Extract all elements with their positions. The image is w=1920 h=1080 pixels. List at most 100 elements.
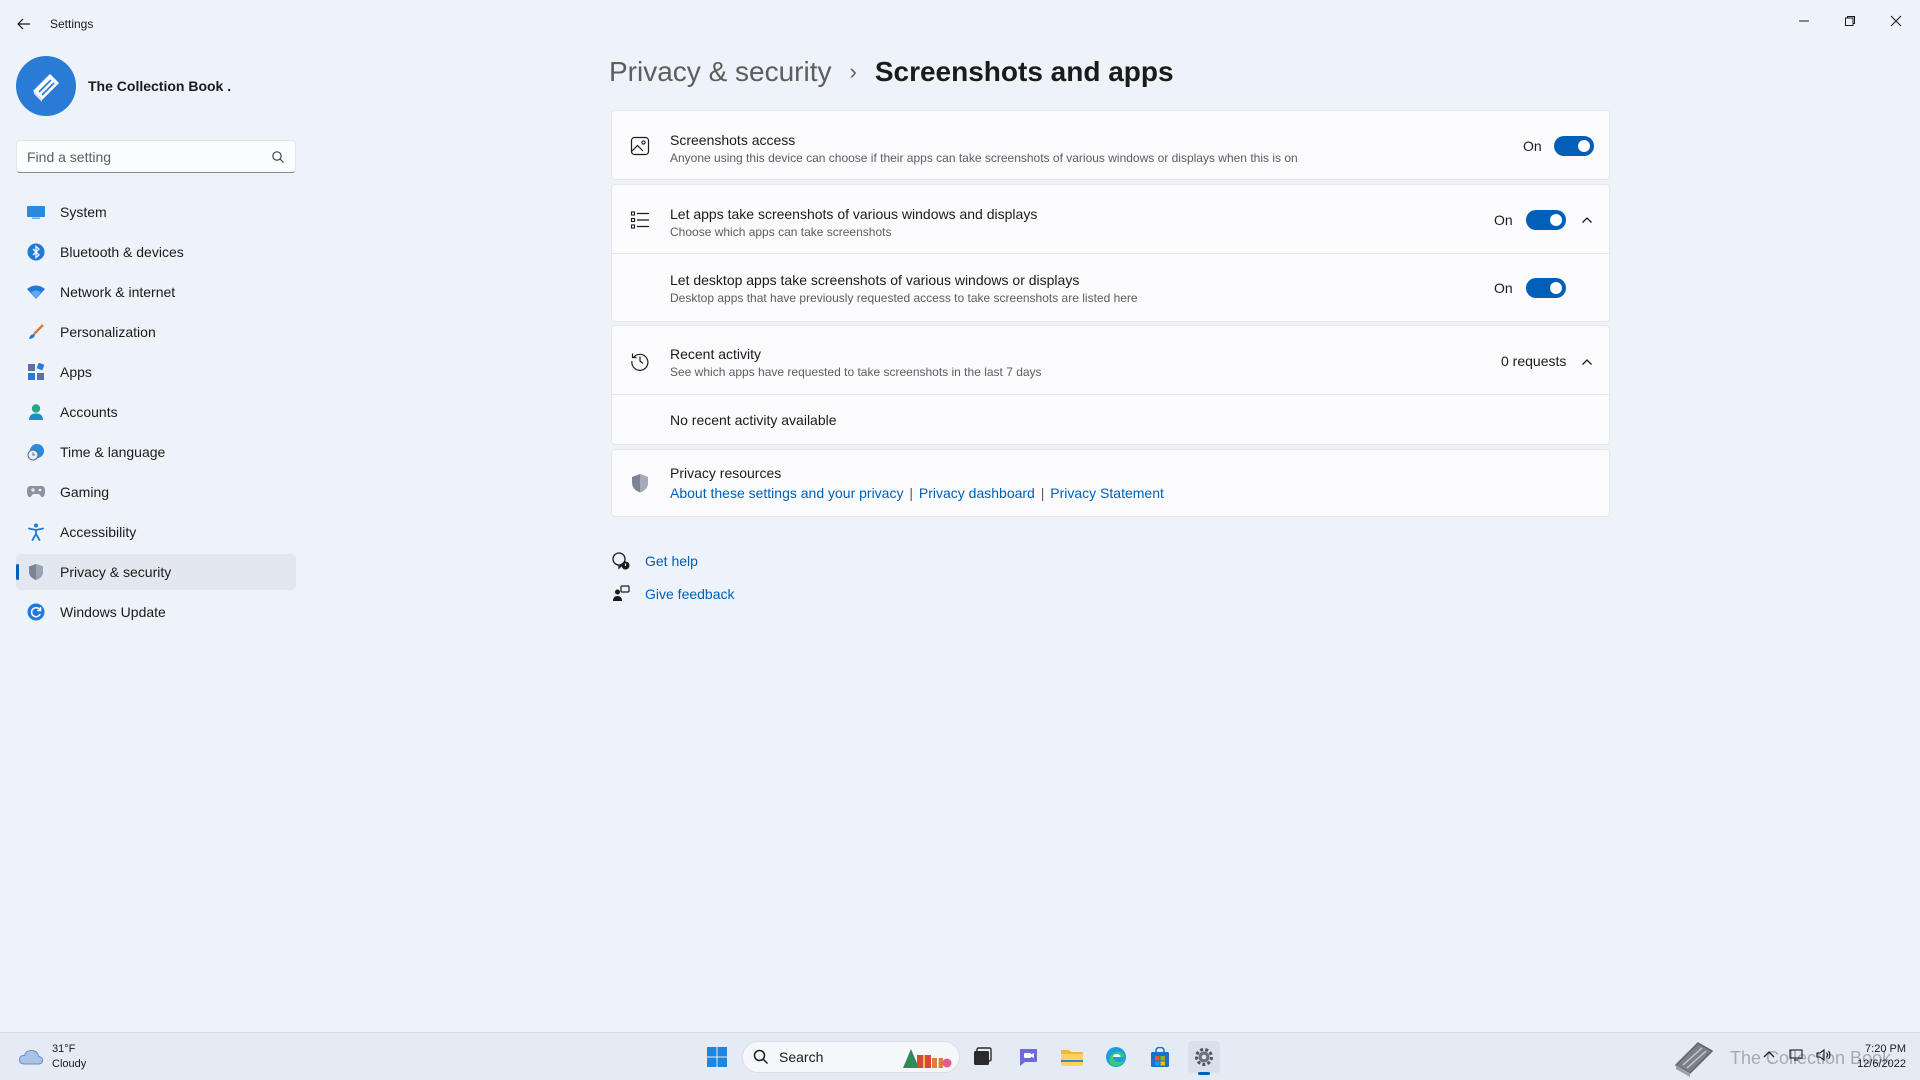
edge-icon	[1106, 1047, 1126, 1067]
let-apps-screenshots-description: Choose which apps can take screenshots	[670, 225, 892, 239]
microsoft-store-button[interactable]	[1144, 1041, 1176, 1073]
profile-name: The Collection Book .	[88, 78, 232, 94]
profile[interactable]: The Collection Book .	[16, 56, 231, 116]
teams-chat-button[interactable]	[1012, 1041, 1044, 1073]
desktop-apps-screenshots-state: On	[1494, 280, 1513, 296]
restore-button[interactable]	[1828, 6, 1872, 36]
close-button[interactable]	[1874, 6, 1918, 36]
holiday-gifts-icon	[903, 1049, 952, 1068]
recent-activity-list: No recent activity available	[611, 395, 1610, 445]
sidebar-item-time-language[interactable]: Time & language	[16, 434, 296, 470]
weather-temperature: 31°F	[52, 1043, 76, 1055]
back-arrow-icon[interactable]	[14, 14, 34, 34]
let-apps-screenshots-card: Let apps take screenshots of various win…	[611, 184, 1610, 254]
sidebar-item-label: Accounts	[60, 404, 118, 420]
book-logo-icon	[33, 74, 59, 102]
task-view-icon	[974, 1047, 992, 1065]
screenshots-access-state: On	[1523, 138, 1542, 154]
settings-app-button[interactable]	[1188, 1041, 1220, 1075]
minimize-button[interactable]	[1782, 6, 1826, 36]
link-separator: |	[1040, 485, 1045, 501]
restore-icon	[1845, 16, 1855, 26]
title-bar: Settings	[0, 0, 1920, 48]
help-chat-icon	[612, 552, 630, 570]
folder-icon	[1061, 1050, 1083, 1066]
privacy-statement-link[interactable]: Privacy Statement	[1050, 485, 1164, 501]
get-help-link[interactable]: Get help	[645, 553, 698, 569]
refresh-icon	[26, 602, 46, 622]
gamepad-icon	[26, 482, 46, 502]
start-button[interactable]	[701, 1041, 733, 1073]
feedback-icon	[613, 585, 630, 601]
system-clock[interactable]: 7:20 PM 12/6/2022	[1857, 1042, 1906, 1072]
volume-icon[interactable]	[1816, 1048, 1832, 1062]
chevron-up-icon[interactable]	[1579, 212, 1595, 228]
chevron-up-icon[interactable]	[1579, 354, 1595, 370]
system-tray[interactable]	[1762, 1048, 1832, 1062]
apps-icon	[26, 362, 46, 382]
breadcrumb-separator: ›	[849, 59, 857, 84]
sidebar-item-personalization[interactable]: Personalization	[16, 314, 296, 350]
sidebar-item-gaming[interactable]: Gaming	[16, 474, 296, 510]
sidebar-item-system[interactable]: System	[16, 194, 296, 230]
sidebar-item-bluetooth[interactable]: Bluetooth & devices	[16, 234, 296, 270]
store-bag-icon	[1151, 1046, 1169, 1067]
chevron-up-icon[interactable]	[1762, 1048, 1776, 1062]
list-icon	[630, 211, 649, 229]
search-icon[interactable]	[271, 150, 285, 164]
active-app-indicator	[1198, 1072, 1210, 1075]
clock-time: 7:20 PM	[1865, 1043, 1906, 1055]
let-apps-screenshots-toggle[interactable]	[1526, 210, 1566, 230]
brush-icon	[26, 322, 46, 342]
sidebar-item-apps[interactable]: Apps	[16, 354, 296, 390]
get-help-row[interactable]: Get help	[611, 551, 698, 571]
screenshots-access-toggle[interactable]	[1554, 136, 1594, 156]
shield-icon	[26, 562, 46, 582]
search-icon	[753, 1049, 769, 1065]
about-settings-privacy-link[interactable]: About these settings and your privacy	[670, 485, 903, 501]
screenshots-access-description: Anyone using this device can choose if t…	[670, 151, 1298, 165]
breadcrumb-parent-link[interactable]: Privacy & security	[609, 56, 832, 88]
shield-icon	[632, 474, 648, 493]
screenshot-image-icon	[630, 136, 650, 156]
taskbar-search[interactable]: Search	[742, 1041, 960, 1073]
cloud-icon	[18, 1049, 44, 1065]
sidebar-item-label: Personalization	[60, 324, 156, 340]
sidebar-item-windows-update[interactable]: Windows Update	[16, 594, 296, 630]
desktop-apps-screenshots-card: Let desktop apps take screenshots of var…	[611, 254, 1610, 322]
close-icon	[1890, 15, 1902, 27]
sidebar-item-label: Network & internet	[60, 284, 176, 300]
sidebar-item-privacy-security[interactable]: Privacy & security	[16, 554, 296, 590]
recent-activity-title: Recent activity	[670, 346, 762, 362]
app-title: Settings	[50, 17, 94, 31]
book-watermark-icon	[1674, 1042, 1714, 1077]
sidebar-item-network[interactable]: Network & internet	[16, 274, 296, 310]
settings-search[interactable]	[16, 140, 296, 173]
weather-widget[interactable]: 31°F Cloudy	[18, 1042, 86, 1072]
windows-logo-icon	[707, 1047, 727, 1067]
file-explorer-button[interactable]	[1056, 1041, 1088, 1073]
desktop-apps-screenshots-toggle[interactable]	[1526, 278, 1566, 298]
edge-browser-button[interactable]	[1100, 1041, 1132, 1073]
chat-icon	[1020, 1049, 1037, 1066]
privacy-resources-title: Privacy resources	[670, 465, 782, 481]
recent-activity-count: 0 requests	[1501, 353, 1567, 369]
search-input[interactable]	[27, 148, 271, 165]
give-feedback-row[interactable]: Give feedback	[611, 584, 735, 604]
clock-date: 12/6/2022	[1857, 1058, 1906, 1070]
bluetooth-icon	[26, 242, 46, 262]
network-icon[interactable]	[1788, 1048, 1804, 1062]
sidebar-item-label: System	[60, 204, 107, 220]
sidebar-item-label: Bluetooth & devices	[60, 244, 184, 260]
sidebar-item-accounts[interactable]: Accounts	[16, 394, 296, 430]
task-view-button[interactable]	[966, 1041, 998, 1073]
sidebar-item-label: Privacy & security	[60, 564, 172, 580]
give-feedback-link[interactable]: Give feedback	[645, 586, 735, 602]
privacy-dashboard-link[interactable]: Privacy dashboard	[919, 485, 1035, 501]
privacy-resources-links: About these settings and your privacy | …	[670, 485, 1164, 501]
desktop-apps-screenshots-title: Let desktop apps take screenshots of var…	[670, 272, 1080, 288]
history-icon	[631, 353, 649, 371]
sidebar-item-accessibility[interactable]: Accessibility	[16, 514, 296, 550]
desktop-apps-screenshots-description: Desktop apps that have previously reques…	[670, 291, 1138, 305]
sidebar-item-label: Gaming	[60, 484, 110, 500]
